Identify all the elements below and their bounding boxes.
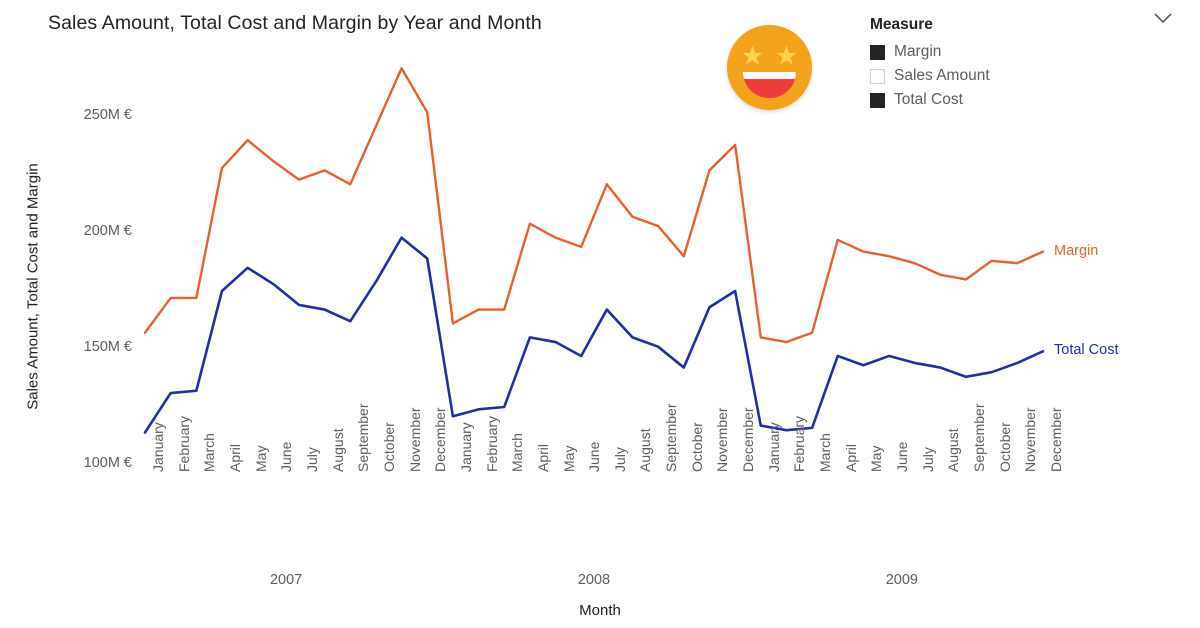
- x-axis-labels: January February March April May June July Augu…: [0, 0, 1200, 628]
- x-axis-month-label: January: [457, 422, 474, 472]
- x-axis-month-label: February: [483, 415, 500, 472]
- x-axis-month-label: July: [611, 447, 628, 472]
- x-axis-month-label: November: [714, 407, 731, 472]
- x-axis-month-label: February: [175, 415, 192, 472]
- x-axis-month-label: March: [817, 433, 834, 472]
- x-axis-month-label: December: [432, 407, 449, 472]
- x-axis-month-label: March: [201, 433, 218, 472]
- x-axis-year-label: 2009: [885, 572, 918, 588]
- x-axis-month-label: February: [791, 415, 808, 472]
- series-end-label-total-cost: Total Cost: [1054, 342, 1119, 359]
- x-axis-month-label: May: [868, 445, 885, 472]
- x-axis-month-label: September: [355, 403, 372, 472]
- x-axis-month-label: December: [1048, 407, 1064, 472]
- x-axis-month-label: June: [278, 441, 295, 472]
- x-axis-month-label: July: [919, 447, 936, 472]
- x-axis-year-label: 2007: [269, 572, 303, 588]
- x-axis-month-label: August: [945, 428, 962, 472]
- x-axis-month-label: April: [534, 443, 551, 472]
- x-axis-month-label: March: [509, 433, 526, 472]
- x-axis-month-label: December: [740, 407, 757, 472]
- x-axis-title: Month: [579, 602, 621, 619]
- chart-page: Sales Amount, Total Cost and Margin by Y…: [0, 0, 1200, 628]
- x-axis-month-label: November: [406, 407, 423, 472]
- x-axis-month-label: October: [688, 422, 705, 472]
- series-end-label-margin: Margin: [1054, 242, 1099, 259]
- x-axis-year-label: 2008: [577, 572, 611, 588]
- x-axis-month-label: September: [663, 403, 680, 472]
- x-axis-month-label: January: [150, 422, 166, 472]
- x-axis-month-label: October: [380, 422, 397, 472]
- x-axis-month-label: April: [226, 443, 243, 472]
- x-axis-month-label: June: [894, 441, 911, 472]
- x-axis-month-label: July: [303, 447, 320, 472]
- x-axis-month-label: January: [765, 422, 782, 472]
- x-axis-month-label: September: [971, 403, 988, 472]
- x-axis-month-label: May: [560, 445, 577, 472]
- x-axis-month-label: October: [996, 422, 1013, 472]
- x-axis-month-label: May: [252, 445, 269, 472]
- x-axis-month-label: November: [1022, 407, 1039, 472]
- x-axis-month-label: June: [586, 441, 603, 472]
- x-axis-month-label: August: [329, 428, 346, 472]
- x-axis-month-label: April: [842, 443, 859, 472]
- x-axis-month-label: August: [637, 428, 654, 472]
